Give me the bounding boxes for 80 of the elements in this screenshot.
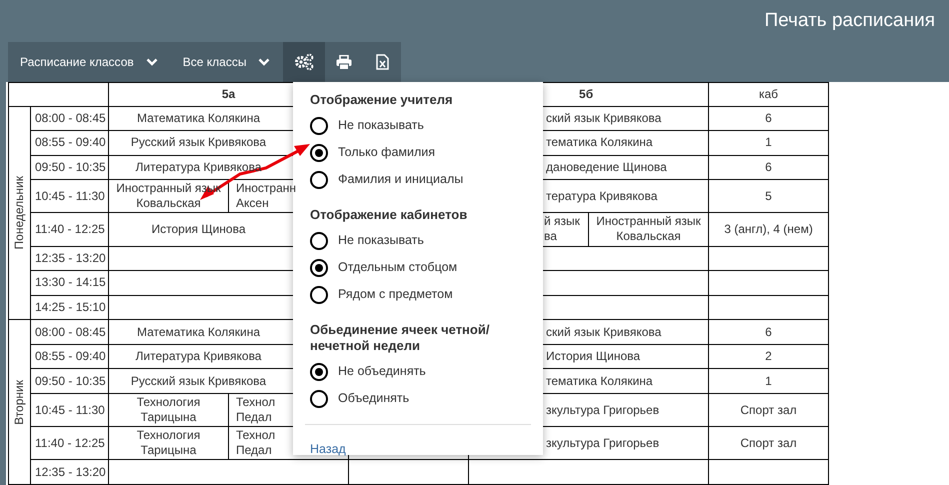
- time-text: 12:35 - 13:20: [34, 250, 107, 266]
- printer-icon: [336, 54, 352, 70]
- lesson-text: Литература Кривякова: [136, 349, 262, 364]
- room-text: 3 (англ), 4 (нем): [723, 222, 814, 237]
- time-text: 09:50 - 10:35: [34, 160, 107, 175]
- room-text: 6: [764, 110, 773, 126]
- time-text: 11:40 - 12:25: [34, 222, 106, 237]
- time-text: 10:45 - 11:30: [34, 402, 106, 418]
- back-link[interactable]: Назад: [310, 442, 346, 456]
- lesson-text: тематика Колякина: [546, 374, 653, 388]
- section-title: Отображение учителя: [310, 92, 454, 108]
- chevron-down-icon: [258, 58, 270, 66]
- time-text: 09:50 - 10:35: [34, 374, 107, 389]
- time-text: 08:00 - 08:45: [34, 324, 107, 340]
- radio-button[interactable]: [310, 232, 328, 250]
- lesson-text: Технология Тарицына: [136, 395, 202, 426]
- lesson-text: дановедение Щинова: [546, 160, 667, 174]
- lesson-text: Математика Колякина: [136, 110, 260, 125]
- chevron-down-icon: [146, 58, 158, 66]
- toolbar-button[interactable]: [283, 42, 326, 82]
- lesson-text: История Щинова: [546, 349, 640, 364]
- column-header: каб: [758, 86, 780, 102]
- lesson-text: тература Кривякова: [546, 188, 658, 203]
- day-label: Вторник: [12, 380, 27, 425]
- lesson-text: й язык ва: [543, 214, 581, 244]
- room-text: 6: [764, 160, 773, 175]
- room-text: Спорт зал: [739, 436, 798, 451]
- option-label[interactable]: Фамилия и инициалы: [338, 170, 464, 189]
- lesson-text: Иностранн Аксен: [235, 181, 293, 212]
- gears-icon: [294, 53, 314, 71]
- lesson-text: Русский язык Кривякова: [130, 374, 266, 388]
- room-text: 5: [764, 188, 773, 204]
- lesson-text: Математика Колякина: [136, 324, 260, 339]
- time-text: 13:30 - 14:15: [34, 275, 107, 290]
- radio-button[interactable]: [310, 286, 328, 304]
- room-text: 2: [764, 349, 773, 364]
- room-text: 6: [764, 324, 773, 340]
- lesson-text: Иностранный язык Ковальская: [595, 214, 702, 244]
- lesson-text: зкультура Григорьев: [546, 436, 660, 450]
- lesson-text: ский язык Кривякова: [546, 324, 662, 339]
- option-label[interactable]: Отдельным стобцом: [338, 258, 458, 277]
- spreadsheet-file-icon: [376, 54, 389, 70]
- room-text: 1: [764, 135, 773, 150]
- lesson-text: зкультура Григорьев: [546, 402, 660, 417]
- radio-button[interactable]: [310, 258, 328, 276]
- lesson-text: Литература Кривякова: [136, 160, 262, 174]
- lesson-text: Русский язык Кривякова: [130, 135, 266, 150]
- lesson-text: ский язык Кривякова: [546, 110, 662, 125]
- dropdown-button[interactable]: Расписание классов: [8, 42, 171, 82]
- option-label[interactable]: Не показывать: [338, 116, 424, 135]
- lesson-text: Технол Педал: [235, 428, 276, 458]
- radio-button[interactable]: [310, 362, 328, 380]
- time-text: 10:45 - 11:30: [34, 188, 106, 204]
- section-title: Отображение кабинетов: [310, 207, 468, 223]
- lesson-text: История Щинова: [151, 222, 246, 236]
- radio-button[interactable]: [310, 390, 328, 408]
- room-text: 1: [764, 374, 773, 389]
- page-title: Печать расписания: [764, 8, 935, 33]
- option-label[interactable]: Рядом с предметом: [338, 285, 453, 304]
- option-label[interactable]: Не показывать: [338, 231, 424, 250]
- time-text: 08:00 - 08:45: [34, 110, 107, 126]
- time-text: 14:25 - 15:10: [34, 300, 107, 315]
- room-text: Спорт зал: [739, 402, 798, 418]
- lesson-text: Технол Педал: [235, 395, 276, 426]
- lesson-text: тематика Колякина: [546, 135, 653, 150]
- radio-button[interactable]: [310, 170, 328, 188]
- time-text: 12:35 - 13:20: [34, 464, 107, 480]
- option-label[interactable]: Только фамилия: [338, 143, 436, 162]
- option-label[interactable]: Объединять: [338, 389, 410, 408]
- time-text: 08:55 - 09:40: [34, 135, 107, 150]
- lesson-text: Технология Тарицына: [136, 428, 202, 458]
- time-text: 08:55 - 09:40: [34, 349, 107, 364]
- option-label[interactable]: Не объединять: [338, 362, 426, 381]
- section-title: Обьединение ячеек четной/ нечетной недели: [310, 322, 490, 354]
- radio-button[interactable]: [310, 144, 328, 162]
- time-text: 11:40 - 12:25: [34, 436, 106, 451]
- radio-button[interactable]: [310, 116, 328, 134]
- day-label: Понедельник: [12, 176, 27, 250]
- dropdown-button[interactable]: Все классы: [170, 42, 284, 82]
- column-header: 5б: [578, 86, 594, 102]
